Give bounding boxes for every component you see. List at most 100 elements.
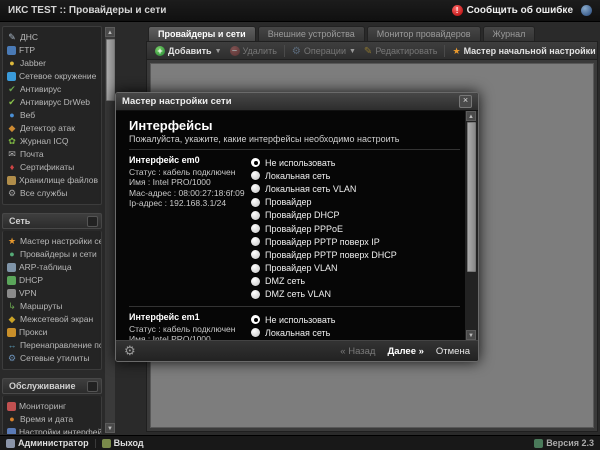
collapse-icon[interactable] xyxy=(87,381,98,392)
radio-option[interactable]: DMZ сеть xyxy=(251,275,460,288)
delete-button[interactable]: Удалить xyxy=(226,46,281,56)
gear-icon[interactable]: ⚙ xyxy=(124,343,136,359)
cancel-button[interactable]: Отмена xyxy=(436,346,470,357)
antivirus-drweb-icon: ✔ xyxy=(7,97,17,107)
radio-icon[interactable] xyxy=(251,198,260,207)
radio-label: Локальная сеть VLAN xyxy=(265,184,356,194)
sidebar-item-port-forwarding[interactable]: ↔Перенаправление портов xyxy=(7,339,101,351)
radio-icon[interactable] xyxy=(251,184,260,193)
version-info: Версия 2.3 xyxy=(534,438,594,448)
toolbar-separator xyxy=(444,45,445,57)
scroll-down-button[interactable]: ▼ xyxy=(105,423,115,433)
collapse-icon[interactable] xyxy=(87,216,98,227)
interface-device: Имя : Intel PRO/1000 xyxy=(129,177,251,188)
sidebar-item-label: Мониторинг xyxy=(19,401,66,411)
sidebar-item-label: Детектор атак xyxy=(20,123,75,133)
radio-label: Провайдер PPTP поверх DHCP xyxy=(265,250,397,260)
dialog-title-bar[interactable]: Мастер настройки сети × xyxy=(116,93,478,111)
sidebar-item-icq-log[interactable]: ✿Журнал ICQ xyxy=(7,135,101,147)
radio-option[interactable]: Провайдер PPTP поверх IP xyxy=(251,235,460,248)
radio-option[interactable]: Провайдер xyxy=(251,196,460,209)
report-error-link[interactable]: Сообщить об ошибке xyxy=(467,5,573,16)
section-header[interactable]: Сеть xyxy=(2,213,102,229)
help-icon[interactable] xyxy=(581,5,592,16)
radio-option[interactable]: Провайдер DHCP xyxy=(251,209,460,222)
operations-button[interactable]: ⚙ Операции ▼ xyxy=(288,46,360,57)
sidebar-item-ftp[interactable]: FTP xyxy=(7,44,101,56)
sidebar-item-antivirus-drweb[interactable]: ✔Антивирус DrWeb xyxy=(7,96,101,108)
scroll-down-button[interactable]: ▼ xyxy=(466,330,476,340)
sidebar-item-network-neighborhood[interactable]: Сетевое окружение xyxy=(7,70,101,82)
sidebar-item-routes[interactable]: ↳Маршруты xyxy=(7,300,101,312)
initial-setup-wizard-button[interactable]: ★ Мастер начальной настройки xyxy=(448,46,599,57)
sidebar-item-label: Все службы xyxy=(20,188,67,198)
sidebar-item-certificates[interactable]: ♦Сертификаты xyxy=(7,161,101,173)
sidebar-item-arp-table[interactable]: ARP-таблица xyxy=(7,261,101,273)
radio-icon[interactable] xyxy=(251,158,260,167)
sidebar-item-label: FTP xyxy=(19,45,35,55)
sidebar-item-ui-settings[interactable]: Настройки интерфейса xyxy=(7,426,101,434)
radio-icon[interactable] xyxy=(251,211,260,220)
radio-option[interactable]: Провайдер PPTP поверх DHCP xyxy=(251,248,460,261)
radio-option[interactable]: Локальная сеть VLAN xyxy=(251,182,460,195)
sidebar-item-network-wizard[interactable]: ★Мастер настройки сети xyxy=(7,235,101,247)
radio-label: Не использовать xyxy=(265,315,335,325)
sidebar-item-datetime[interactable]: ●Время и дата xyxy=(7,413,101,425)
sidebar-item-attack-detector[interactable]: ◆Детектор атак xyxy=(7,122,101,134)
sidebar-item-dhcp[interactable]: DHCP xyxy=(7,274,101,286)
radio-icon[interactable] xyxy=(251,264,260,273)
sidebar-item-mail[interactable]: ✉Почта xyxy=(7,148,101,160)
tab-3[interactable]: Монитор провайдеров xyxy=(367,26,481,41)
sidebar-item-vpn[interactable]: VPN xyxy=(7,287,101,299)
radio-icon[interactable] xyxy=(251,315,260,324)
radio-icon[interactable] xyxy=(251,328,260,337)
tab-1[interactable]: Провайдеры и сети xyxy=(148,26,256,41)
sidebar-item-firewall[interactable]: ◆Межсетевой экран xyxy=(7,313,101,325)
radio-option[interactable]: Провайдер PPPoE xyxy=(251,222,460,235)
sidebar-item-providers-networks[interactable]: ●Провайдеры и сети xyxy=(7,248,101,260)
radio-option[interactable]: Провайдер VLAN xyxy=(251,262,460,275)
sidebar-item-label: Провайдеры и сети xyxy=(20,249,97,259)
interface-status: Статус : кабель подключен xyxy=(129,324,251,335)
tab-2[interactable]: Внешние устройства xyxy=(258,26,365,41)
interface-block: Интерфейс em1Статус : кабель подключенИм… xyxy=(129,312,460,340)
sidebar-item-dns[interactable]: ✎ДНС xyxy=(7,31,101,43)
sidebar-item-file-storage[interactable]: Хранилище файлов xyxy=(7,174,101,186)
radio-option[interactable]: Не использовать xyxy=(251,156,460,169)
section-header[interactable]: Обслуживание xyxy=(2,378,102,394)
interface-name: Интерфейс em0 xyxy=(129,155,251,166)
scroll-thumb[interactable] xyxy=(106,39,115,101)
sidebar-item-antivirus[interactable]: ✔Антивирус xyxy=(7,83,101,95)
radio-option[interactable]: Локальная сеть xyxy=(251,326,460,339)
radio-icon[interactable] xyxy=(251,290,260,299)
sidebar-item-all-services[interactable]: ⚙Все службы xyxy=(7,187,101,199)
edit-button[interactable]: ✎ Редактировать xyxy=(360,46,442,57)
radio-icon[interactable] xyxy=(251,171,260,180)
radio-option[interactable]: Локальная сеть xyxy=(251,169,460,182)
radio-option[interactable]: Не использовать xyxy=(251,313,460,326)
back-button[interactable]: « Назад xyxy=(340,346,375,357)
close-icon[interactable]: × xyxy=(459,95,472,108)
scroll-up-button[interactable]: ▲ xyxy=(466,111,476,121)
scroll-thumb[interactable] xyxy=(467,122,476,272)
next-button[interactable]: Далее » xyxy=(387,346,423,357)
sidebar-item-web[interactable]: ●Веб xyxy=(7,109,101,121)
sidebar-item-label: Сетевое окружение xyxy=(19,71,96,81)
radio-icon[interactable] xyxy=(251,277,260,286)
sidebar-item-proxy[interactable]: Прокси xyxy=(7,326,101,338)
tab-4[interactable]: Журнал xyxy=(483,26,536,41)
dialog-scrollbar[interactable]: ▲ ▼ xyxy=(465,111,478,340)
radio-icon[interactable] xyxy=(251,250,260,259)
radio-icon[interactable] xyxy=(251,237,260,246)
add-button[interactable]: Добавить ▼ xyxy=(151,46,226,56)
sidebar-item-jabber[interactable]: ●Jabber xyxy=(7,57,101,69)
radio-icon[interactable] xyxy=(251,224,260,233)
wizard-step-subtitle: Пожалуйста, укажите, какие интерфейсы не… xyxy=(129,134,460,144)
logout-button[interactable]: Выход xyxy=(102,438,144,448)
network-wizard-icon: ★ xyxy=(7,236,17,246)
radio-option[interactable]: DMZ сеть VLAN xyxy=(251,288,460,301)
sidebar-item-monitoring[interactable]: Мониторинг xyxy=(7,400,101,412)
scroll-up-button[interactable]: ▲ xyxy=(105,27,115,37)
ftp-icon xyxy=(7,46,16,55)
sidebar-item-network-utilities[interactable]: ⚙Сетевые утилиты xyxy=(7,352,101,364)
